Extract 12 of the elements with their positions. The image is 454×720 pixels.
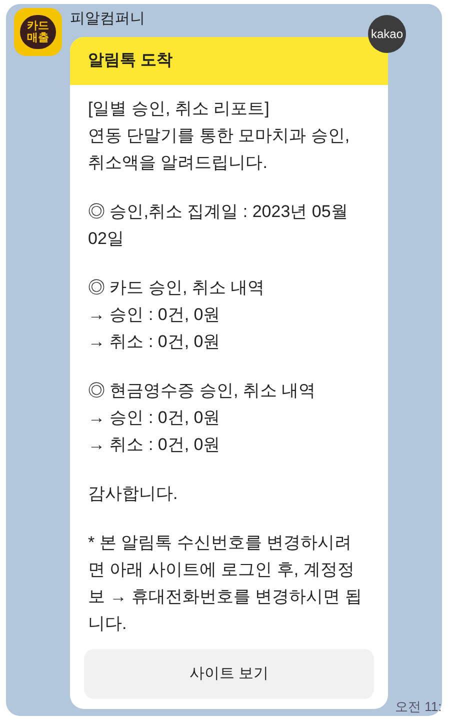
header-title: 알림톡 도착 bbox=[88, 51, 172, 71]
message-paragraph: [일별 승인, 취소 리포트] 연동 단말기를 통한 모마치과 승인, 취소액을 알려드립니다. bbox=[88, 98, 351, 174]
message-time: 오전 11: bbox=[395, 698, 442, 716]
avatar-logo-text: 카드 매출 bbox=[20, 15, 56, 49]
sender-name: 피알컴퍼니 bbox=[70, 10, 146, 28]
app-avatar[interactable]: 카드 매출 bbox=[14, 8, 62, 56]
site-view-button[interactable]: 사이트 보기 bbox=[84, 649, 374, 699]
message-paragraph: * 본 알림톡 수신번호를 변경하시려 면 아래 사이트에 로그인 후, 계정정 보 → 휴대전화번호를 변경하시면 됩 니다. bbox=[88, 532, 363, 635]
message-paragraph: ◎ 현금영수증 승인, 취소 내역 → 승인 : 0건, 0원 → 취소 : 0건, 0원 bbox=[88, 380, 317, 456]
message-paragraph: ◎ 카드 승인, 취소 내역 → 승인 : 0건, 0원 → 취소 : 0건, 0원 bbox=[88, 277, 266, 353]
message-paragraph: ◎ 승인,취소 집계일 : 2023년 05월 02일 bbox=[88, 201, 349, 250]
message-paragraph: 감사합니다. bbox=[88, 483, 179, 505]
